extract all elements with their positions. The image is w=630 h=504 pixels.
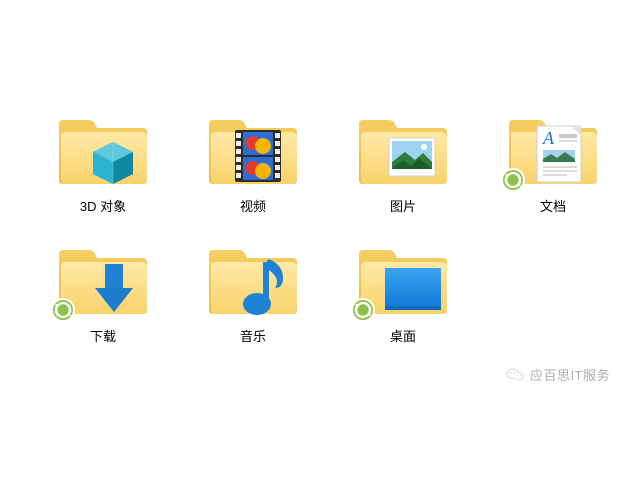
folder-grid: 3D 对象: [0, 0, 630, 372]
folder-icon-desktop: [355, 244, 451, 320]
folder-label: 视频: [240, 196, 266, 215]
folder-label: 桌面: [390, 326, 416, 345]
folder-item-music[interactable]: 音乐: [178, 242, 328, 372]
folder-label: 音乐: [240, 326, 266, 345]
folder-item-3d-objects[interactable]: 3D 对象: [28, 112, 178, 242]
folder-icon-documents: A: [505, 114, 601, 190]
folder-item-pictures[interactable]: 图片: [328, 112, 478, 242]
folder-item-downloads[interactable]: 下载: [28, 242, 178, 372]
folder-label: 3D 对象: [80, 196, 126, 215]
folder-icon-music: [205, 244, 301, 320]
watermark-text: 应百思IT服务: [530, 365, 610, 384]
sync-icon: [351, 298, 375, 322]
folder-icon-downloads: [55, 244, 151, 320]
folder-item-videos[interactable]: 视频: [178, 112, 328, 242]
folder-item-desktop[interactable]: 桌面: [328, 242, 478, 372]
sync-icon: [501, 168, 525, 192]
folder-icon-videos: [205, 114, 301, 190]
folder-label: 文档: [540, 196, 566, 215]
sync-icon: [51, 298, 75, 322]
folder-icon-3d-objects: [55, 114, 151, 190]
folder-label: 下载: [90, 326, 116, 345]
watermark: 应百思IT服务: [506, 365, 610, 384]
folder-item-documents[interactable]: A 文档: [478, 112, 628, 242]
svg-text:A: A: [542, 128, 555, 148]
folder-icon-pictures: [355, 114, 451, 190]
wechat-icon: [506, 367, 524, 382]
folder-label: 图片: [390, 196, 416, 215]
